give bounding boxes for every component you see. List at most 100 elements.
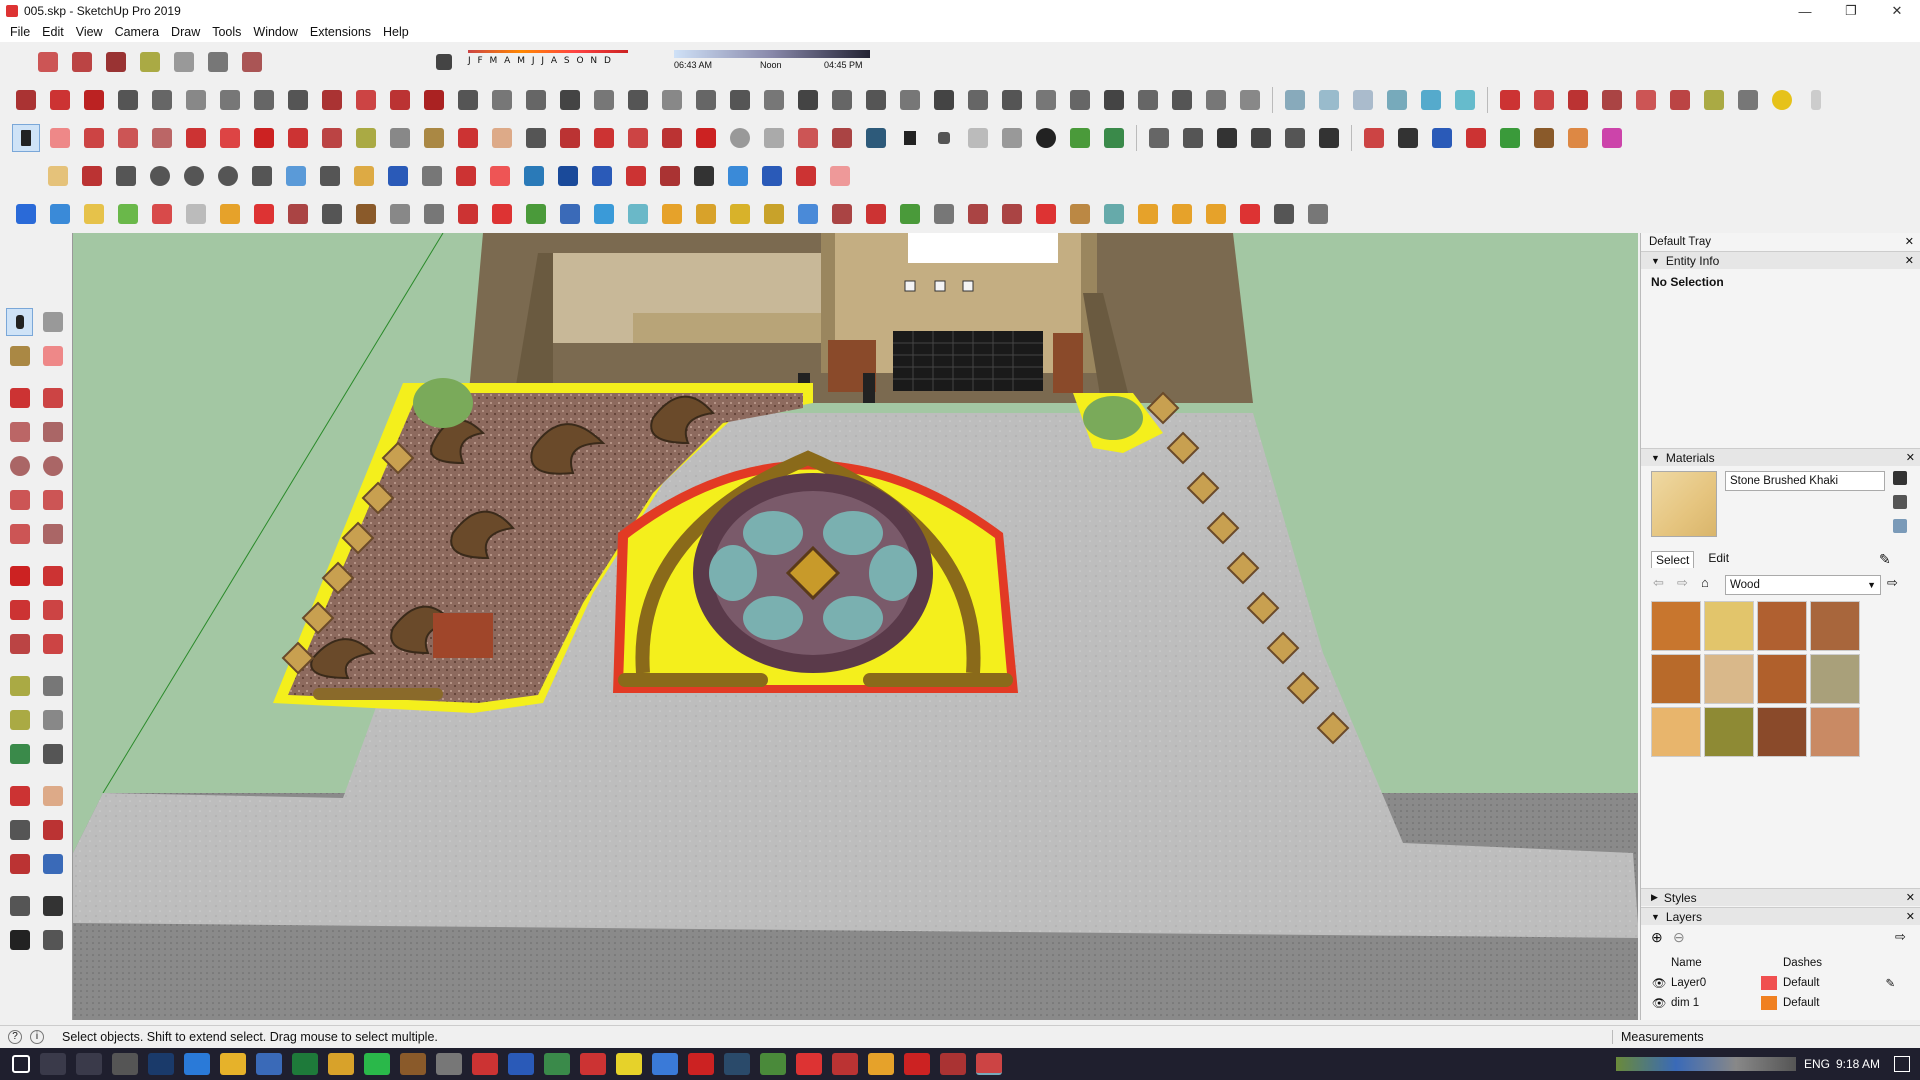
draw-tool-29-icon[interactable] [964,86,992,114]
shape-circle-icon[interactable] [146,162,174,190]
app-icon-8[interactable] [832,1053,858,1075]
curve-tool-2-icon[interactable] [78,162,106,190]
draw-tool-27-icon[interactable] [896,86,924,114]
mod-tool-4-icon[interactable] [114,200,142,228]
arc-tool-icon[interactable] [114,124,142,152]
search-icon[interactable] [40,1053,66,1075]
app-icon-2[interactable] [436,1053,462,1075]
draw-tool-23-icon[interactable] [760,86,788,114]
menu-view[interactable]: View [70,25,109,39]
task-view-icon[interactable] [76,1053,102,1075]
mod-tool-24-icon[interactable] [794,200,822,228]
ext-tool-5-icon[interactable] [1632,86,1660,114]
component-tool-2-icon[interactable] [998,124,1026,152]
top-view-icon[interactable] [68,48,96,76]
draw-tool-35-icon[interactable] [1168,86,1196,114]
store-icon[interactable] [256,1053,282,1075]
right-view-icon[interactable] [136,48,164,76]
account-icon[interactable] [726,124,754,152]
default-material-icon[interactable] [1893,519,1907,533]
curve-tool-12-icon[interactable] [622,162,650,190]
draw-tool-14-icon[interactable] [454,86,482,114]
ruby-icon[interactable] [692,124,720,152]
component-tool-icon[interactable] [964,124,992,152]
photoshop-icon[interactable] [148,1053,174,1075]
draw-tool-30-icon[interactable] [998,86,1026,114]
bezier-tool-icon[interactable] [282,162,310,190]
app-icon-10[interactable] [940,1053,966,1075]
mod-tool-5-icon[interactable] [148,200,176,228]
curve-tool-16-icon[interactable] [758,162,786,190]
push-pull-tool-icon[interactable] [182,124,210,152]
select-icon[interactable] [6,308,34,336]
sample-paint-icon[interactable]: ✎ [1879,551,1891,568]
time-slider[interactable]: 06:43 AM Noon 04:45 PM [674,50,870,70]
mod-tool-14-icon[interactable] [454,200,482,228]
app-icon-3[interactable] [472,1053,498,1075]
box-tool-4-icon[interactable] [1383,86,1411,114]
gear-icon[interactable] [1032,124,1060,152]
menu-help[interactable]: Help [377,25,415,39]
layer-dashes[interactable]: Default [1783,977,1819,989]
shape-parallelogram-icon[interactable] [248,162,276,190]
pie-icon[interactable] [39,520,66,548]
material-swatch[interactable] [1810,707,1860,757]
house-tool-4-icon[interactable] [1281,124,1309,152]
draw-tool-33-icon[interactable] [1100,86,1128,114]
sandbox-tool-3-icon[interactable] [828,124,856,152]
layers-header[interactable]: ▼ Layers ✕ [1641,907,1920,925]
draw-tool-22-icon[interactable] [726,86,754,114]
mod-tool-1-icon[interactable] [12,200,40,228]
whatsapp-icon[interactable] [364,1053,390,1075]
draw-tool-12-icon[interactable] [386,86,414,114]
material-swatch[interactable] [1704,601,1754,651]
create-material-icon[interactable] [1893,495,1907,509]
styles-header[interactable]: ▶ Styles ✕ [1641,888,1920,906]
mod-tool-15-icon[interactable] [488,200,516,228]
arrow-tool-1-icon[interactable] [1394,124,1422,152]
warehouse-icon[interactable] [590,124,618,152]
eraser-large-icon[interactable] [39,342,66,370]
ext-tool-4-icon[interactable] [1598,86,1626,114]
tape-measure-large-icon[interactable] [6,672,33,700]
entity-info-close-icon[interactable]: ✕ [1905,254,1914,267]
rotated-rectangle-icon[interactable] [39,418,66,446]
mod-tool-35-icon[interactable] [1168,200,1196,228]
material-name-field[interactable]: Stone Brushed Khaki [1725,471,1885,491]
curve-tool-1-icon[interactable] [44,162,72,190]
layers-close-icon[interactable]: ✕ [1906,910,1915,923]
mod-tool-9-icon[interactable] [284,200,312,228]
menu-tools[interactable]: Tools [206,25,247,39]
curve-tool-17-icon[interactable] [792,162,820,190]
draw-tool-36-icon[interactable] [1202,86,1230,114]
arrow-tool-3-icon[interactable] [1462,124,1490,152]
draw-tool-18-icon[interactable] [590,86,618,114]
month-slider[interactable]: J F M A M J J A S O N D [468,50,628,70]
follow-me-large-icon[interactable] [39,596,66,624]
arc-large-icon[interactable] [6,486,33,514]
move-large-icon[interactable] [6,562,33,590]
details-arrow-icon[interactable]: ⇨ [1887,575,1898,591]
select-tool-icon[interactable] [12,124,40,152]
arrow-tool-7-icon[interactable] [1598,124,1626,152]
styles-close-icon[interactable]: ✕ [1906,891,1915,904]
draw-tool-16-icon[interactable] [522,86,550,114]
menu-extensions[interactable]: Extensions [304,25,377,39]
layer-color-swatch[interactable] [1761,976,1777,990]
curve-tool-8-icon[interactable] [486,162,514,190]
mod-tool-7-icon[interactable] [216,200,244,228]
mod-tool-26-icon[interactable] [862,200,890,228]
app-icon-5[interactable] [652,1053,678,1075]
mod-tool-22-icon[interactable] [726,200,754,228]
mod-tool-2-icon[interactable] [46,200,74,228]
measurements-box[interactable]: Measurements [1612,1029,1902,1044]
arrow-tool-6-icon[interactable] [1564,124,1592,152]
display-secondary-icon[interactable] [1893,471,1907,485]
materials-header[interactable]: ▼ Materials ✕ [1641,448,1920,466]
app-icon-6[interactable] [724,1053,750,1075]
draw-tool-10-icon[interactable] [318,86,346,114]
draw-tool-31-icon[interactable] [1032,86,1060,114]
previous-view-icon[interactable] [39,850,66,878]
mod-tool-6-icon[interactable] [182,200,210,228]
play-icon[interactable] [896,124,924,152]
